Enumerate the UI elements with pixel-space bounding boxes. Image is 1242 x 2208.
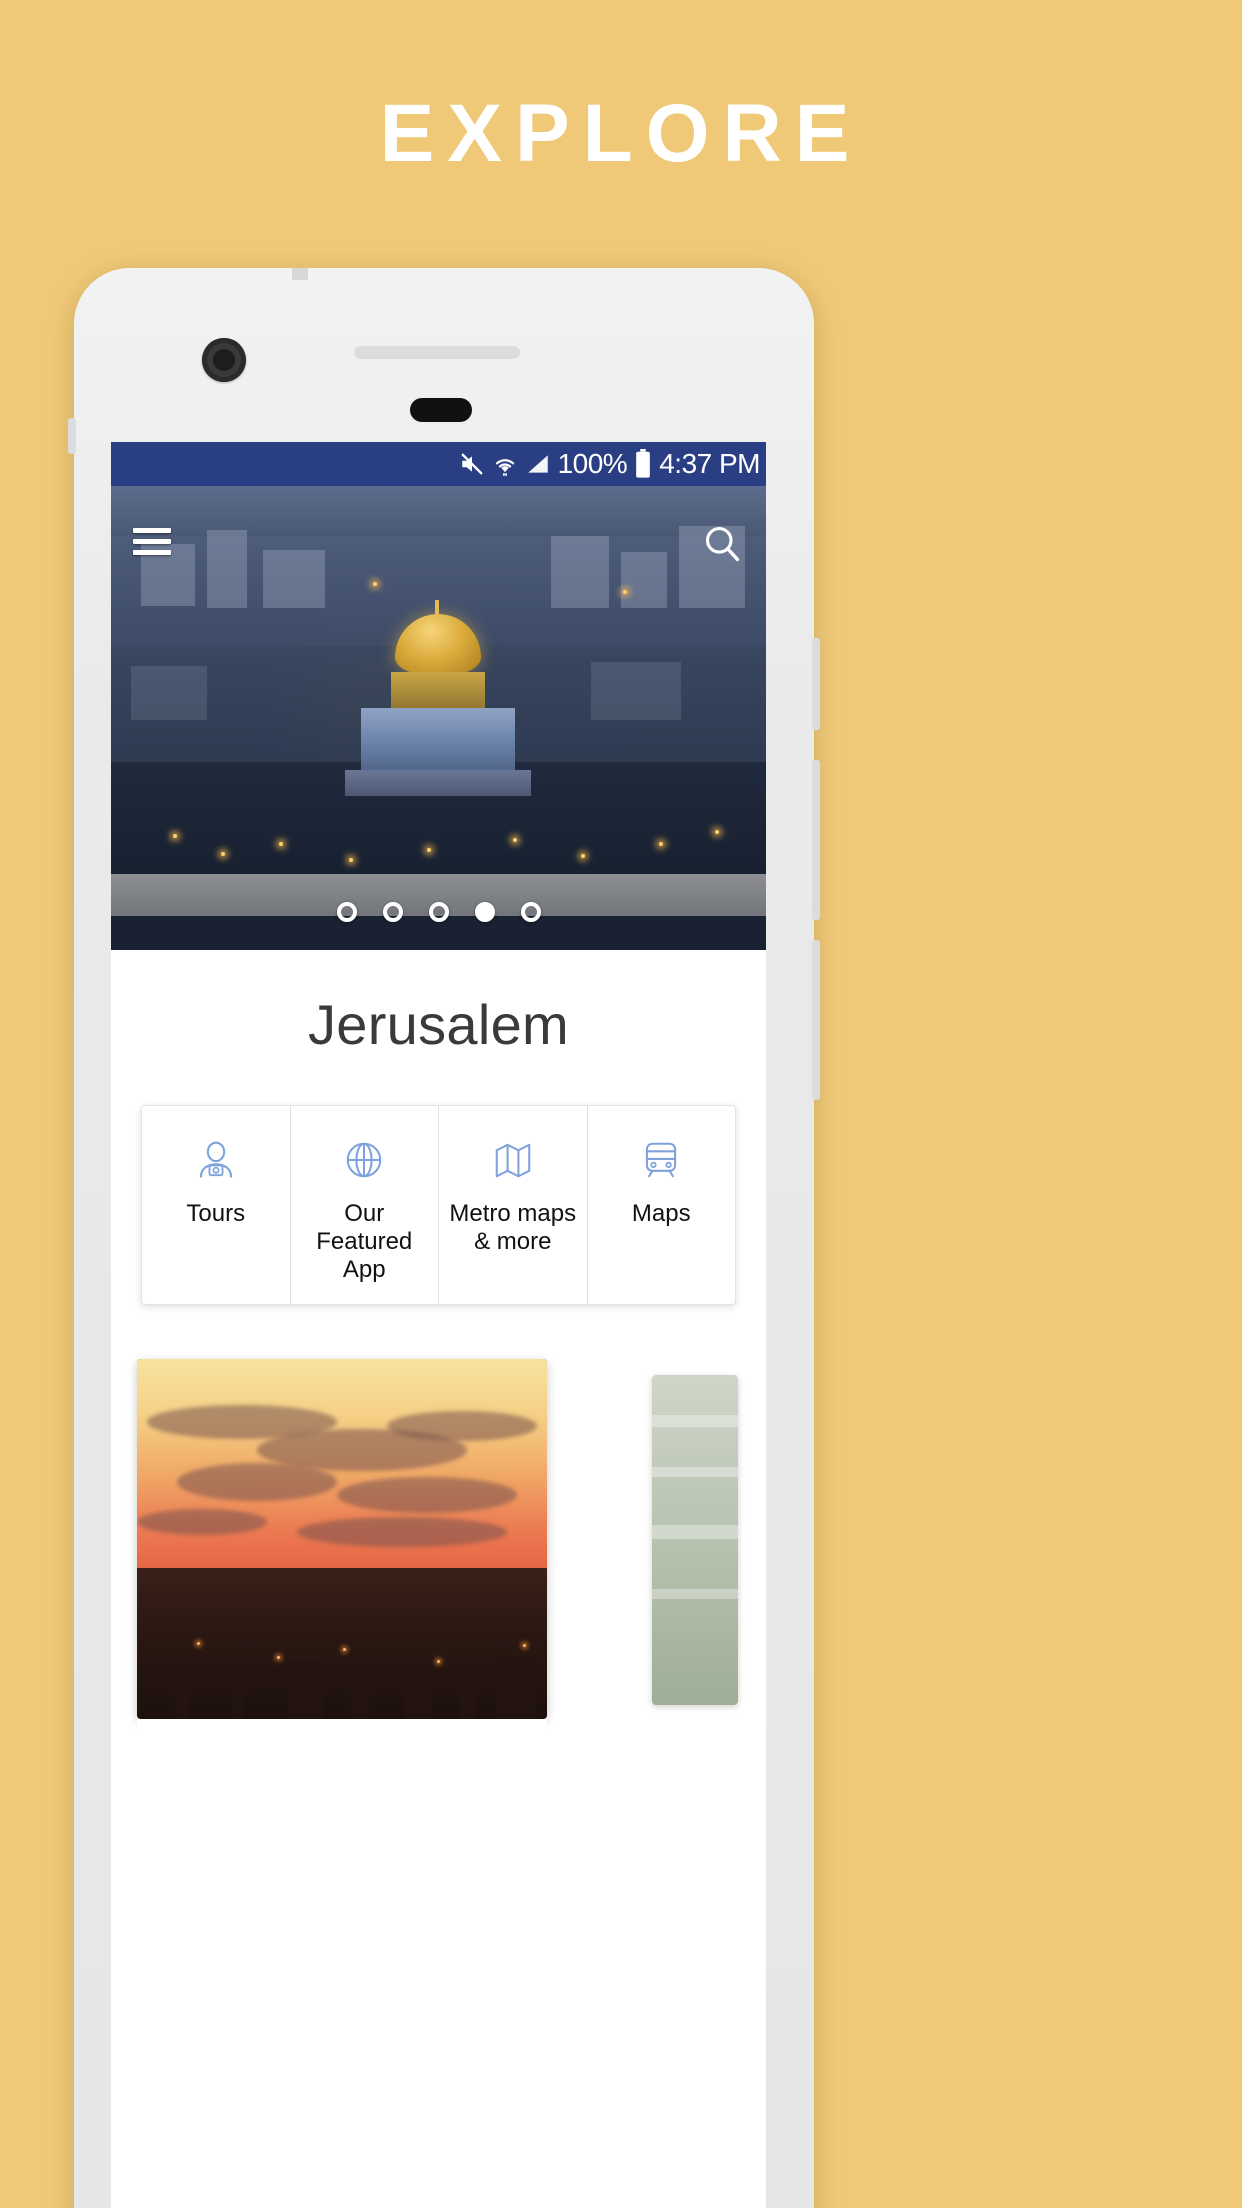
dome-plaza xyxy=(345,770,531,796)
hero-building xyxy=(551,536,609,608)
carousel-dots[interactable] xyxy=(111,902,766,922)
featured-card-caption-bar xyxy=(137,1719,547,1759)
secondary-photo-card[interactable] xyxy=(652,1375,738,1705)
tile-label: Our Featured App xyxy=(316,1200,413,1283)
carousel-dot-5[interactable] xyxy=(520,902,541,922)
tile-label: Tours xyxy=(186,1200,246,1227)
tile-tours[interactable]: Tours xyxy=(142,1106,291,1304)
category-tiles: Tours Our Featured App Metro maps & more… xyxy=(141,1105,736,1305)
hero-building xyxy=(207,530,247,608)
hamburger-menu-icon[interactable] xyxy=(133,528,171,555)
status-bar-clock: 4:37 PM xyxy=(659,448,760,479)
dome-building xyxy=(361,708,515,774)
page-title: EXPLORE xyxy=(379,88,863,179)
phone-mockup: 100% 4:37 PM Jerusalem Tours Our Feature… xyxy=(68,268,820,2208)
hero-building xyxy=(621,552,667,608)
featured-card-area xyxy=(111,1359,766,1759)
tile-metro-maps[interactable]: Metro maps & more xyxy=(439,1106,588,1304)
globe-icon xyxy=(338,1132,390,1188)
sunset-sky xyxy=(137,1359,547,1583)
hero-building xyxy=(263,550,325,608)
tile-label: Maps xyxy=(631,1200,691,1227)
carousel-dot-4[interactable] xyxy=(474,902,495,922)
status-bar: 100% 4:37 PM xyxy=(111,442,766,486)
battery-percentage: 100% xyxy=(557,448,628,479)
mute-icon xyxy=(459,451,485,477)
carousel-dot-2[interactable] xyxy=(382,902,403,922)
app-screen: 100% 4:37 PM Jerusalem Tours Our Feature… xyxy=(111,442,766,2208)
wifi-icon xyxy=(492,451,518,477)
dome-of-the-rock xyxy=(343,600,533,814)
hero-carousel-image[interactable] xyxy=(111,486,766,950)
tourist-person-camera-icon xyxy=(190,1132,242,1188)
phone-side-button-right-1 xyxy=(812,638,820,730)
home-button[interactable] xyxy=(410,398,472,422)
hero-building xyxy=(131,666,207,720)
battery-full-icon xyxy=(634,449,652,479)
front-camera-icon xyxy=(202,338,246,382)
tile-maps[interactable]: Maps xyxy=(588,1106,736,1304)
city-name-heading: Jerusalem xyxy=(307,993,570,1056)
phone-volume-button-up xyxy=(812,760,820,920)
dome-drum xyxy=(391,672,485,712)
carousel-dot-1[interactable] xyxy=(336,902,357,922)
subway-train-icon xyxy=(635,1132,687,1188)
sunset-skyline xyxy=(137,1567,547,1719)
carousel-dot-3[interactable] xyxy=(428,902,449,922)
phone-top-sensor xyxy=(292,268,308,280)
cellular-signal-icon xyxy=(525,451,551,477)
featured-photo-card[interactable] xyxy=(137,1359,547,1719)
phone-side-button-left xyxy=(68,418,76,454)
folded-map-icon xyxy=(487,1132,539,1188)
phone-volume-button-down xyxy=(812,940,820,1100)
search-icon[interactable] xyxy=(700,522,744,566)
hero-building xyxy=(591,662,681,720)
tile-our-featured-app[interactable]: Our Featured App xyxy=(291,1106,439,1304)
golden-dome xyxy=(395,600,481,676)
tile-label: Metro maps & more xyxy=(449,1200,577,1255)
earpiece-speaker xyxy=(354,346,520,359)
